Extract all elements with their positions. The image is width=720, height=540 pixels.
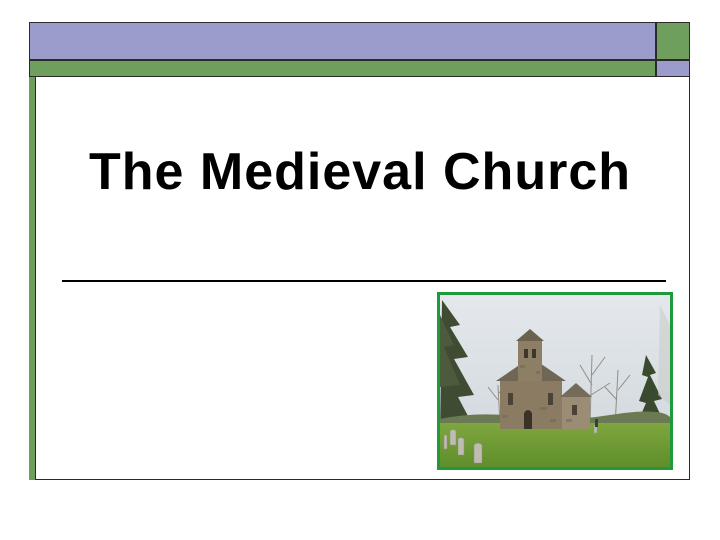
left-accent-bar	[29, 77, 36, 480]
header-band-green	[29, 60, 656, 77]
title-underline	[62, 280, 666, 282]
slide-title: The Medieval Church	[89, 143, 631, 201]
header-square-green	[656, 22, 690, 60]
header-square-purple	[656, 60, 690, 77]
church-photo	[437, 292, 673, 470]
header-band-purple	[29, 22, 656, 60]
